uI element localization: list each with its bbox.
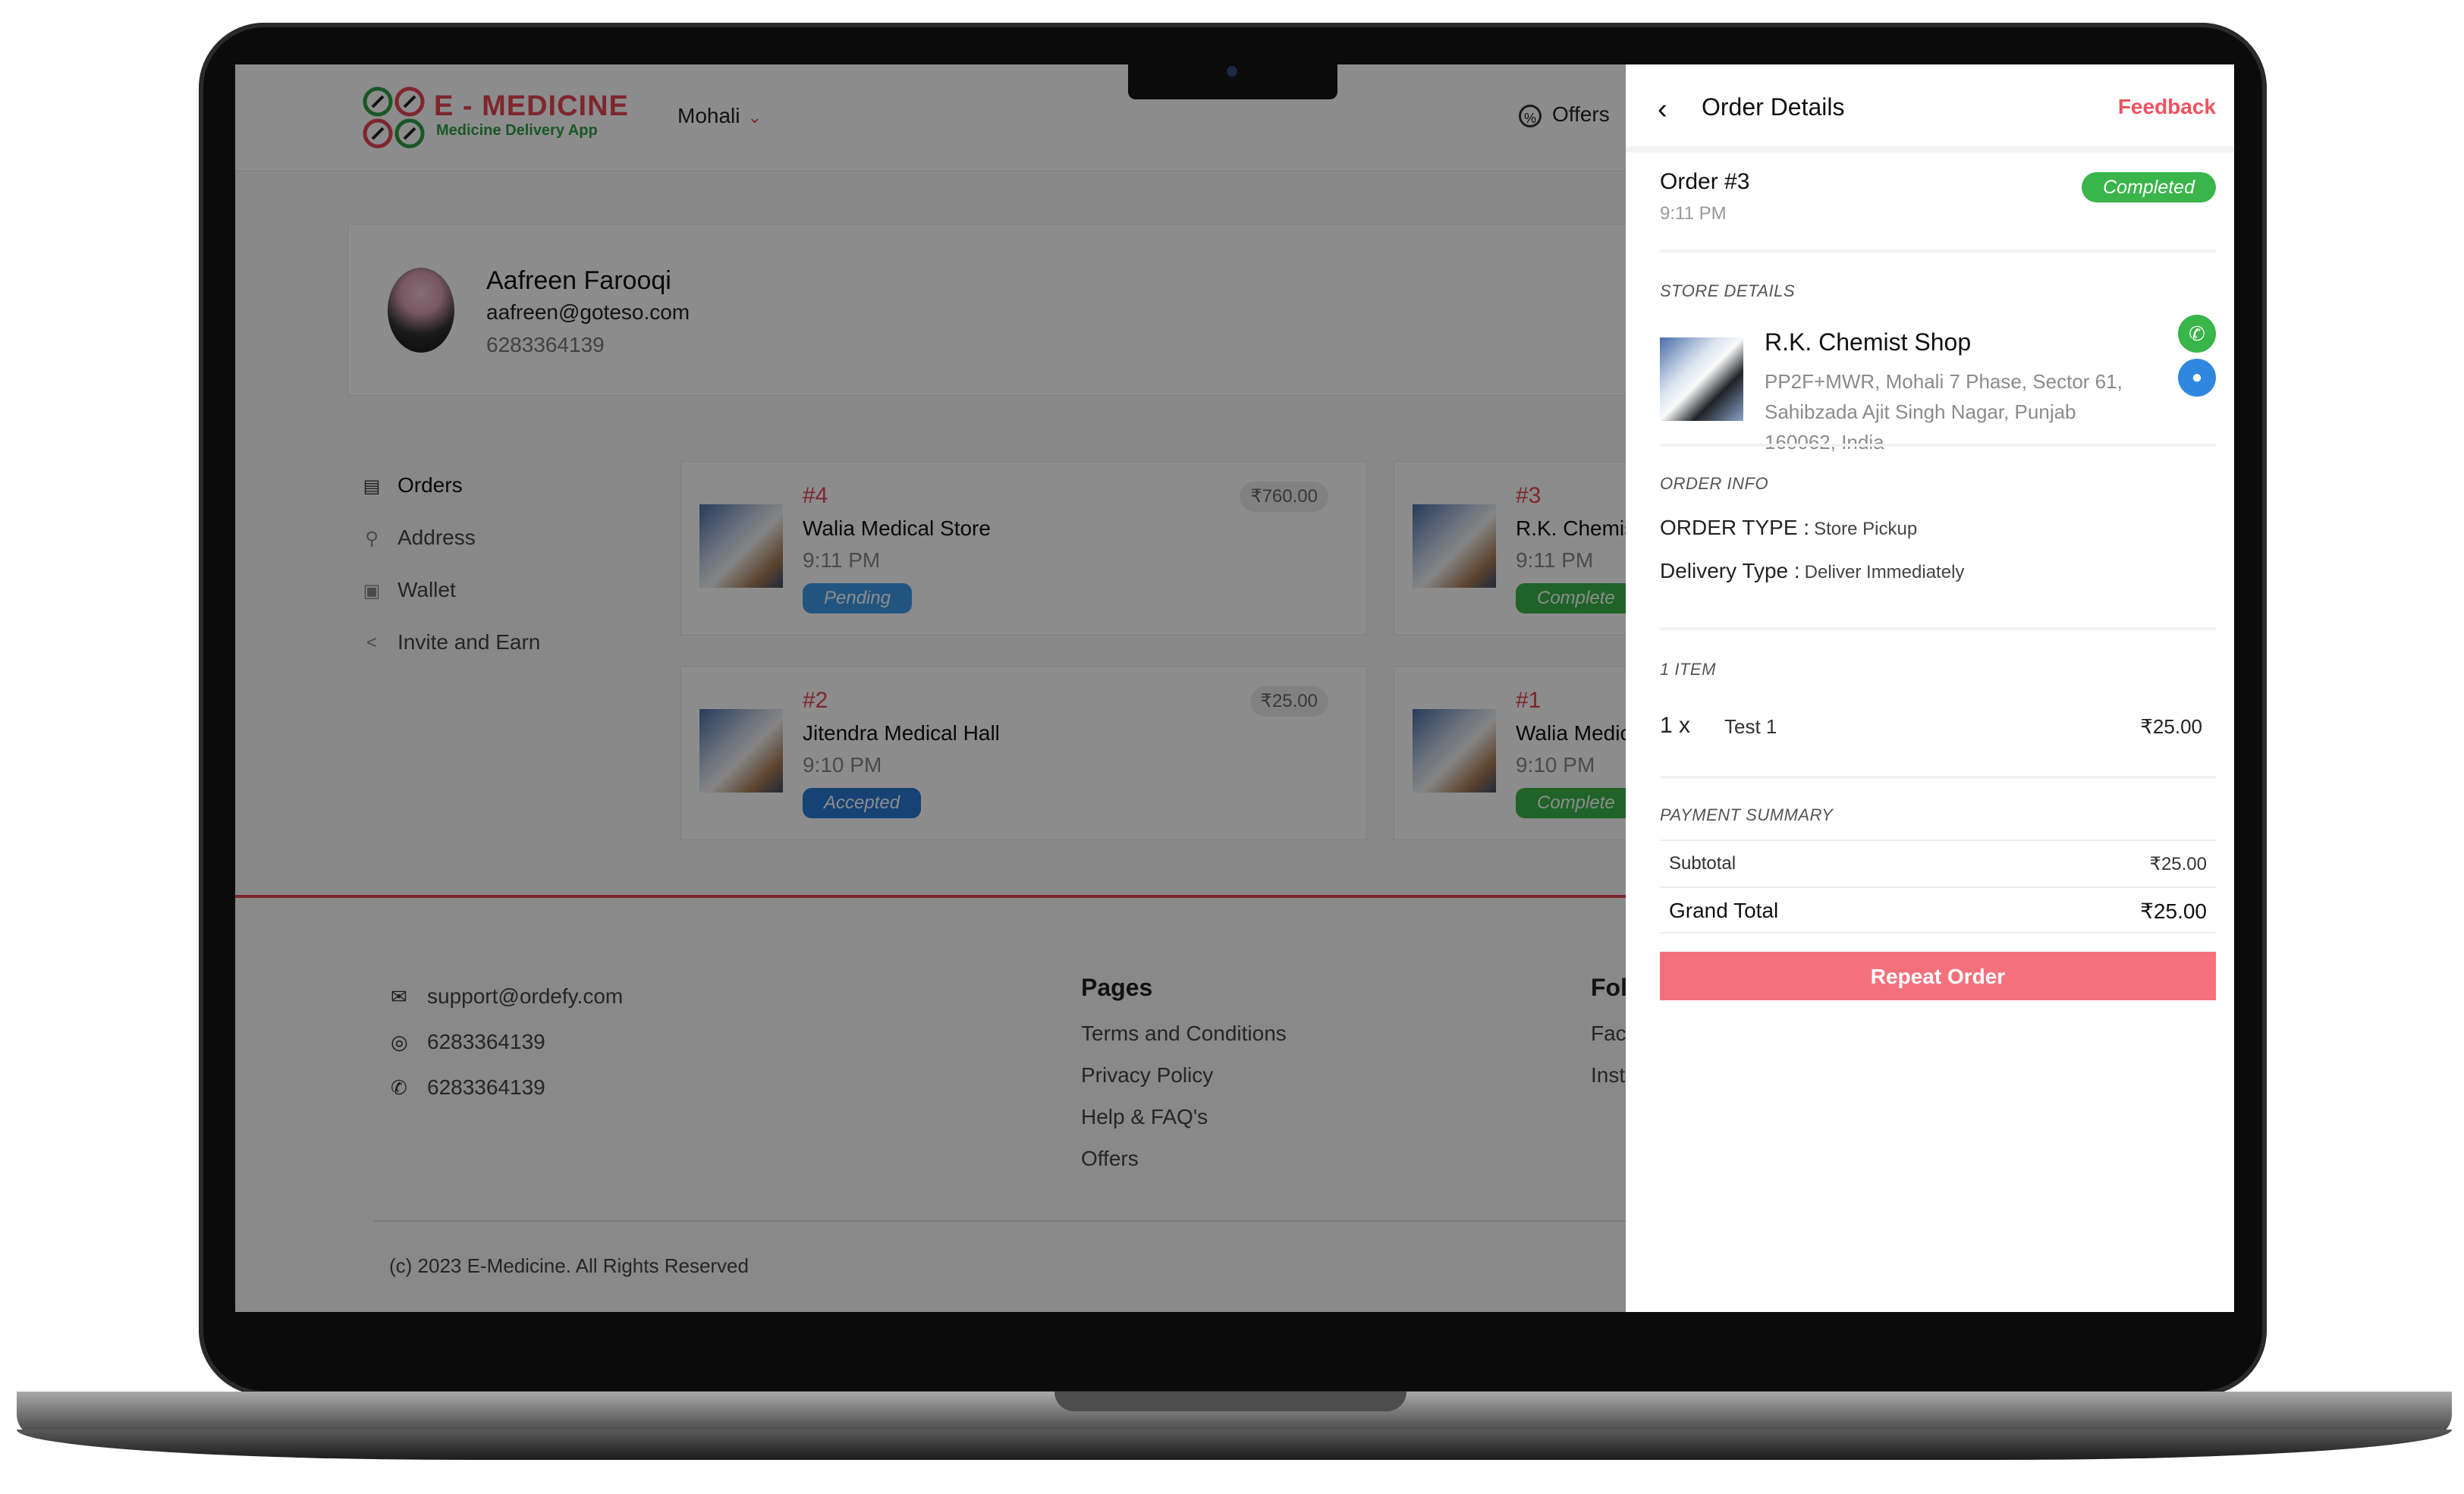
divider: [1660, 444, 2216, 447]
divider: [1660, 250, 2216, 253]
item-quantity: 1 x: [1660, 713, 1691, 738]
store-name: R.K. Chemist Shop: [1765, 328, 1972, 356]
item-price: ₹25.00: [2140, 715, 2202, 738]
item-name: Test 1: [1724, 715, 1777, 738]
delivery-type-label: Delivery Type :: [1660, 559, 1800, 582]
chat-button[interactable]: ●: [2178, 359, 2216, 397]
store-image: [1660, 337, 1743, 421]
feedback-link[interactable]: Feedback: [2118, 95, 2216, 119]
order-number: Order #3: [1660, 169, 1750, 194]
laptop-groove: [1054, 1392, 1406, 1411]
delivery-type-row: Delivery Type : Deliver Immediately: [1660, 559, 1964, 583]
panel-header: ‹ Order Details Feedback: [1626, 64, 2234, 152]
subtotal-label: Subtotal: [1669, 853, 1736, 874]
repeat-order-button[interactable]: Repeat Order: [1660, 952, 2216, 1000]
laptop-base-bottom: [17, 1430, 2452, 1460]
store-details-label: STORE DETAILS: [1660, 281, 1796, 300]
payment-summary-label: PAYMENT SUMMARY: [1660, 805, 1834, 824]
divider: [1660, 627, 2216, 630]
panel-title: Order Details: [1702, 93, 1845, 121]
delivery-type-value: Deliver Immediately: [1804, 562, 1965, 582]
screen: E - MEDICINE Medicine Delivery App Mohal…: [235, 64, 2234, 1312]
subtotal-row: Subtotal ₹25.00: [1660, 840, 2216, 888]
grand-total-label: Grand Total: [1669, 899, 1779, 922]
phone-icon: ✆: [2189, 322, 2205, 345]
order-details-panel: ‹ Order Details Feedback Order #3 9:11 P…: [1626, 64, 2234, 1312]
back-arrow-icon[interactable]: ‹: [1658, 93, 1667, 126]
items-label: 1 ITEM: [1660, 660, 1716, 679]
camera-icon: [1227, 66, 1237, 77]
divider: [1660, 776, 2216, 779]
grand-total-row: Grand Total ₹25.00: [1660, 887, 2216, 934]
chat-bubble-icon: ●: [2191, 367, 2203, 388]
call-button[interactable]: ✆: [2178, 315, 2216, 353]
grand-total-value: ₹25.00: [2140, 899, 2207, 923]
subtotal-value: ₹25.00: [2149, 854, 2207, 874]
order-info-label: ORDER INFO: [1660, 474, 1769, 493]
order-type-label: ORDER TYPE :: [1660, 516, 1810, 539]
order-type-value: Store Pickup: [1814, 519, 1918, 539]
status-badge: Completed: [2082, 172, 2216, 202]
order-type-row: ORDER TYPE : Store Pickup: [1660, 516, 1917, 540]
order-time: 9:11 PM: [1660, 203, 1727, 224]
